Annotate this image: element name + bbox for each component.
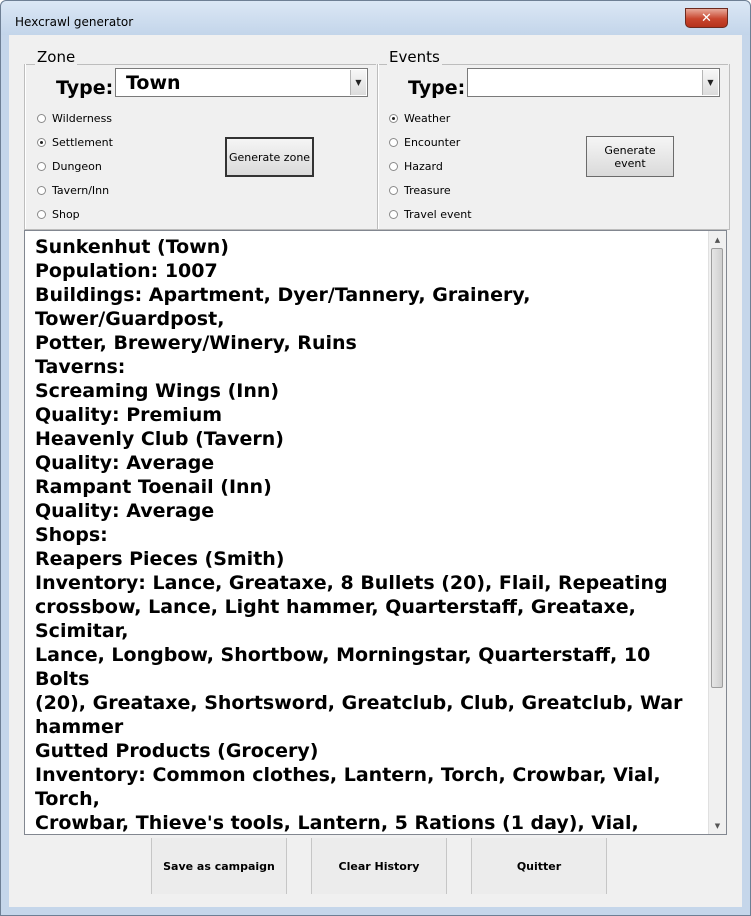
save-campaign-button[interactable]: Save as campaign <box>151 838 287 894</box>
chevron-down-icon[interactable]: ▼ <box>350 70 366 95</box>
zone-type-select[interactable]: Town ▼ <box>115 68 368 97</box>
scroll-down-icon[interactable]: ▼ <box>709 817 726 834</box>
radio-icon <box>389 162 398 171</box>
generate-event-button[interactable]: Generate event <box>586 136 674 177</box>
radio-checked-icon <box>389 114 398 123</box>
radio-icon <box>389 210 398 219</box>
events-radio-label: Hazard <box>404 160 443 173</box>
scroll-thumb[interactable] <box>711 248 723 688</box>
events-type-label: Type: <box>408 77 466 99</box>
events-radio-label: Encounter <box>404 136 461 149</box>
events-radio-label: Travel event <box>404 208 472 221</box>
client-area: Zone Type: Town ▼ Wilderness Settlement … <box>9 35 742 907</box>
zone-radio-shop[interactable]: Shop <box>37 208 80 221</box>
zone-radio-settlement[interactable]: Settlement <box>37 136 113 149</box>
radio-icon <box>37 186 46 195</box>
output-textbox[interactable]: Sunkenhut (Town) Population: 1007 Buildi… <box>24 230 727 835</box>
events-frame-label: Events <box>387 48 442 66</box>
window-title: Hexcrawl generator <box>15 15 134 29</box>
events-radio-label: Weather <box>404 112 451 125</box>
scroll-up-icon[interactable]: ▲ <box>709 231 726 248</box>
events-radio-label: Treasure <box>404 184 451 197</box>
events-type-select[interactable]: ▼ <box>467 68 720 97</box>
radio-icon <box>389 186 398 195</box>
radio-icon <box>389 138 398 147</box>
zone-radio-label: Shop <box>52 208 80 221</box>
close-button[interactable]: ✕ <box>685 8 728 28</box>
zone-radio-tavern[interactable]: Tavern/Inn <box>37 184 109 197</box>
radio-icon <box>37 162 46 171</box>
events-radio-travel[interactable]: Travel event <box>389 208 472 221</box>
events-radio-treasure[interactable]: Treasure <box>389 184 451 197</box>
generate-zone-button[interactable]: Generate zone <box>225 137 314 177</box>
zone-radio-label: Wilderness <box>52 112 113 125</box>
quit-button[interactable]: Quitter <box>471 838 607 894</box>
zone-radio-label: Dungeon <box>52 160 102 173</box>
events-radio-weather[interactable]: Weather <box>389 112 450 125</box>
zone-frame-label: Zone <box>35 48 78 66</box>
vertical-scrollbar[interactable]: ▲ ▼ <box>708 231 726 834</box>
events-radio-hazard[interactable]: Hazard <box>389 160 443 173</box>
events-radio-encounter[interactable]: Encounter <box>389 136 460 149</box>
zone-radio-wilderness[interactable]: Wilderness <box>37 112 112 125</box>
chevron-down-icon[interactable]: ▼ <box>702 70 718 95</box>
app-window: Hexcrawl generator ✕ Zone Type: Town ▼ W… <box>0 0 751 916</box>
radio-icon <box>37 114 46 123</box>
zone-type-value: Town <box>126 72 181 94</box>
zone-radio-label: Tavern/Inn <box>52 184 110 197</box>
zone-type-label: Type: <box>56 77 114 99</box>
clear-history-button[interactable]: Clear History <box>311 838 447 894</box>
close-icon: ✕ <box>701 10 712 26</box>
zone-radio-dungeon[interactable]: Dungeon <box>37 160 102 173</box>
radio-checked-icon <box>37 138 46 147</box>
output-text: Sunkenhut (Town) Population: 1007 Buildi… <box>35 236 683 834</box>
radio-icon <box>37 210 46 219</box>
zone-radio-label: Settlement <box>52 136 113 149</box>
title-bar[interactable]: Hexcrawl generator ✕ <box>1 1 750 35</box>
